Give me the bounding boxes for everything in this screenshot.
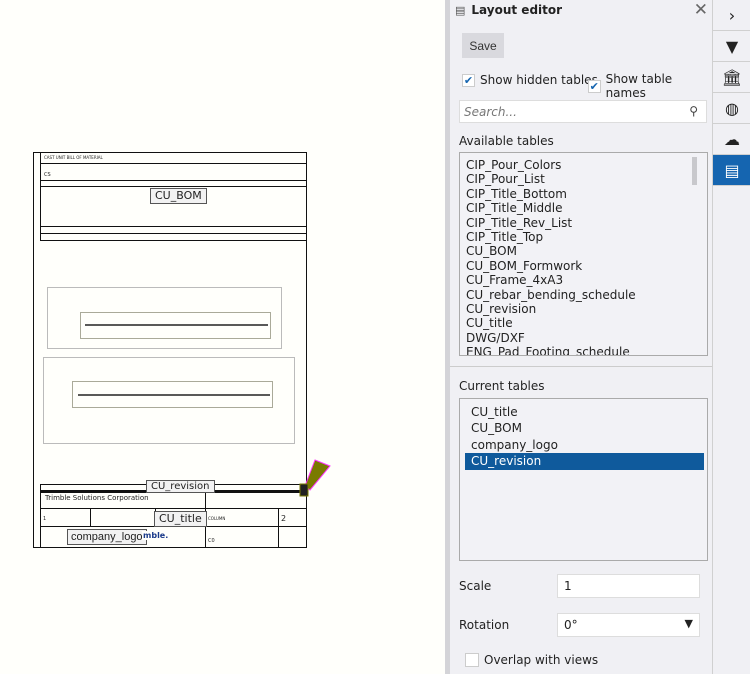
table-tag-company-logo[interactable]: company_logo [67,529,147,545]
current-table-item[interactable]: CU_title [465,404,704,420]
dropdown-arrow-icon: ▼ [684,617,693,630]
available-table-item[interactable]: CIP_Title_Middle [460,201,707,215]
current-table-item[interactable]: company_logo [465,437,704,453]
side-rail: › ▼ 🏛 ◍ ☁ ▤ [712,0,750,674]
search-icon: ⚲ [689,104,698,118]
available-tables-list[interactable]: CIP_Pour_Colors CIP_Pour_List CIP_Title_Bo… [459,152,708,356]
available-table-item[interactable]: CIP_Title_Bottom [460,187,707,201]
rotation-label: Rotation [459,618,510,632]
cell-1: 1 [43,516,47,522]
available-table-item[interactable]: CU_title [460,316,707,330]
available-table-item[interactable]: CIP_Title_Rev_List [460,216,707,230]
layout-editor-panel: ▤ Layout editor ✕ Save ✔ Show hidden table… [445,0,712,674]
bom-title-row: CAST UNIT BILL OF MATERIAL [44,155,103,160]
drawing-sheet [33,152,331,548]
table-tag-cu-revision[interactable]: CU_revision [146,480,215,493]
current-table-item[interactable]: CU_revision [465,453,704,470]
layout-icon[interactable]: ▤ [713,155,750,186]
layout-icon: ▤ [455,3,466,17]
show-table-names-checkbox[interactable]: ✔ Show table names [588,72,712,100]
save-button[interactable]: Save [462,33,504,58]
table-tag-cu-title[interactable]: CU_title [154,511,207,527]
divider [450,366,712,367]
scale-label: Scale [459,579,492,593]
cs-cell: CS [44,172,51,178]
table-tag-cu-bom[interactable]: CU_BOM [150,188,207,204]
logo-text: mble. [142,531,170,540]
show-hidden-tables-checkbox[interactable]: ✔ Show hidden tables [462,73,598,87]
available-tables-label: Available tables [459,134,554,148]
globe-icon[interactable]: ◍ [713,93,750,124]
current-tables-list[interactable]: CU_title CU_BOM company_logo CU_revision [459,398,708,561]
cell-c0: C0 [208,538,215,544]
chevron-right-icon[interactable]: › [713,0,750,31]
current-table-item[interactable]: CU_BOM [465,420,704,436]
bank-icon[interactable]: 🏛 [713,62,750,93]
overlap-with-views-checkbox[interactable]: Overlap with views [465,653,598,667]
scrollbar-thumb[interactable] [692,157,697,185]
available-table-item[interactable]: CIP_Pour_Colors [460,158,707,172]
current-tables-label: Current tables [459,379,545,393]
available-table-item[interactable]: DWG/DXF [460,331,707,345]
cell-2: 2 [281,514,287,523]
close-button[interactable]: ✕ [694,0,708,20]
search-input[interactable]: Search... ⚲ [459,100,707,123]
rotation-select[interactable]: 0° ▼ [557,613,700,637]
company-name: Trimble Solutions Corporation [45,494,149,502]
available-table-item[interactable]: ENG_Pad_Footing_schedule [460,345,707,355]
available-table-item[interactable]: CU_revision [460,302,707,316]
filter-icon[interactable]: ▼ [713,31,750,62]
available-table-item[interactable]: CU_BOM_Formwork [460,259,707,273]
check-icon: ✔ [588,79,601,93]
drawing-canvas[interactable]: CAST UNIT BILL OF MATERIAL CS CU_BOM CU_… [0,0,445,674]
cell-column: COLUMN [208,516,226,521]
available-table-item[interactable]: CU_Frame_4xA3 [460,273,707,287]
available-table-item[interactable]: CU_rebar_bending_schedule [460,288,707,302]
available-table-item[interactable]: CIP_Title_Top [460,230,707,244]
available-table-item[interactable]: CIP_Pour_List [460,172,707,186]
check-icon: ✔ [462,73,475,87]
cloud-icon[interactable]: ☁ [713,124,750,155]
scale-input[interactable]: 1 [557,574,700,598]
available-table-item[interactable]: CU_BOM [460,244,707,258]
panel-title: ▤ Layout editor [455,3,563,17]
